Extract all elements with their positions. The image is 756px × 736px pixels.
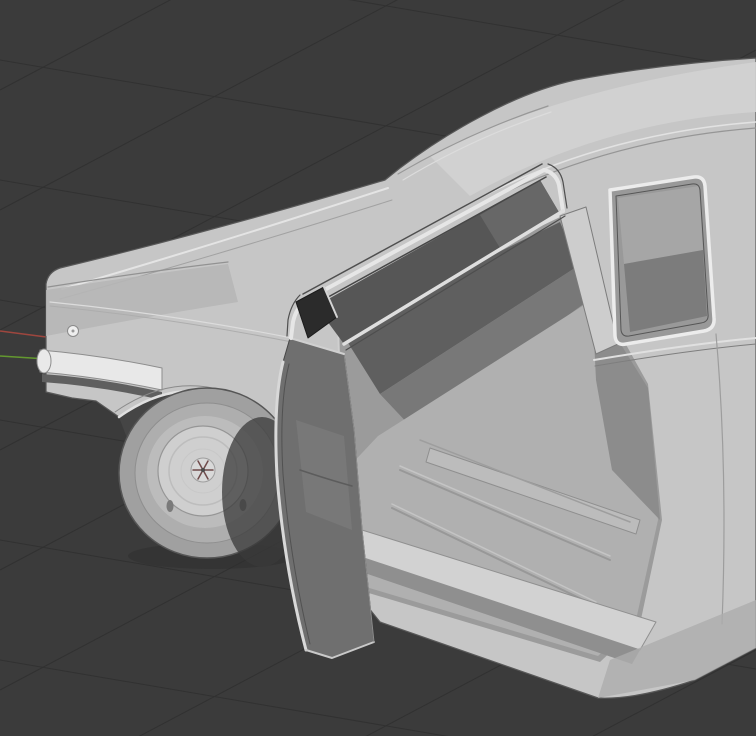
headlight-center	[71, 329, 75, 333]
rear-door-window	[608, 175, 716, 347]
wheel-slot-left	[166, 500, 174, 512]
3d-viewport[interactable]	[0, 0, 756, 736]
bumper-end-cap	[36, 348, 52, 374]
viewport-canvas[interactable]	[0, 0, 756, 736]
hubcap-emblem-center	[201, 468, 205, 472]
